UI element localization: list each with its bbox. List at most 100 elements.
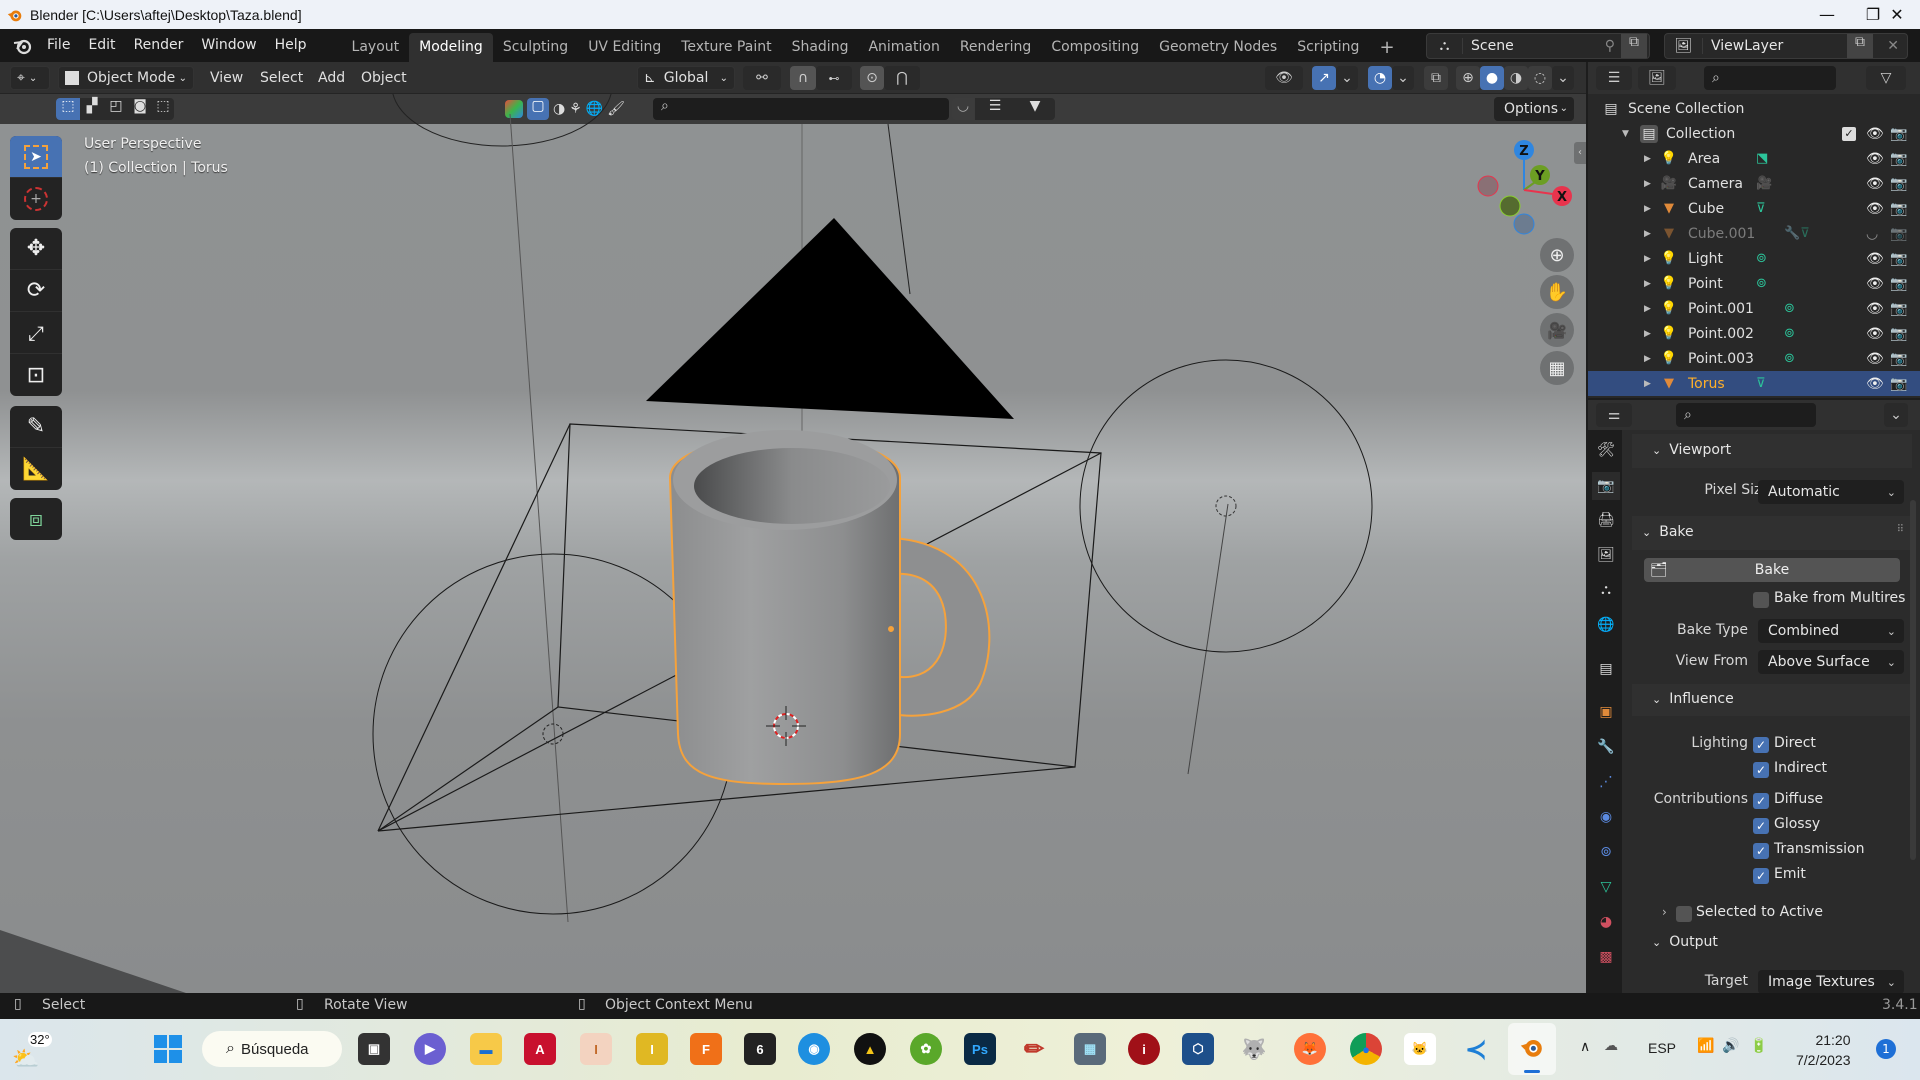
pan-view-button[interactable]: ✋ <box>1540 275 1574 309</box>
show-hidden-icons[interactable]: ∧ <box>1580 1039 1590 1055</box>
calculator-app[interactable]: ▦ <box>1074 1033 1106 1065</box>
expand-arrow-icon[interactable]: › <box>1662 905 1667 919</box>
wifi-icon[interactable]: 📶 <box>1697 1038 1714 1054</box>
rhino-app[interactable]: 6 <box>744 1033 776 1065</box>
outliner-collection[interactable]: ▼ ▤ Collection ✓ 👁 📷 <box>1588 121 1920 146</box>
display-mode-button[interactable]: 🖼 <box>1638 66 1676 90</box>
render-camera-icon[interactable]: 📷 <box>1890 276 1907 292</box>
tool-select-box[interactable]: ➤ <box>10 136 62 178</box>
menu-render[interactable]: Render <box>125 29 193 62</box>
pin-icon[interactable]: ⚲ <box>1605 38 1615 54</box>
eye-icon[interactable]: 👁 <box>1866 176 1884 192</box>
expand-arrow-icon[interactable]: ▶ <box>1644 229 1651 239</box>
render-camera-icon[interactable]: 📷 <box>1890 151 1907 167</box>
mesh-data-icon[interactable]: ⊽ <box>1756 376 1766 391</box>
tab-collection[interactable]: ▤ <box>1592 655 1620 683</box>
properties-editor-type[interactable]: ⚌ <box>1596 403 1632 427</box>
point-light-icon[interactable]: ⊚ <box>1756 276 1767 291</box>
tab-material[interactable]: ◕ <box>1592 908 1620 936</box>
exclude-checkbox[interactable]: ✓ <box>1842 126 1856 141</box>
sketchup-app[interactable]: ✿ <box>910 1033 942 1065</box>
teams-app[interactable]: ▶ <box>414 1033 446 1065</box>
outliner-item-point-003[interactable]: ▶ 💡 Point.003 ⊚ 👁 📷 <box>1588 346 1920 371</box>
outliner-item-cube-001[interactable]: ▶ ▼ Cube.001 🔧⊽ ◡ 📷 <box>1588 221 1920 246</box>
drag-handle-icon[interactable]: ⠿ <box>1897 524 1904 535</box>
emit-checkbox[interactable]: ✓ <box>1753 868 1769 884</box>
expand-arrow-icon[interactable]: ▶ <box>1644 379 1651 389</box>
navigation-gizmo[interactable]: Z Y X <box>1462 136 1582 246</box>
eye-icon[interactable]: 👁 <box>1866 201 1884 217</box>
language-indicator[interactable]: ESP <box>1648 1040 1676 1056</box>
pivot-point-button[interactable]: ⚯ <box>743 66 781 90</box>
eye-icon[interactable]: 👁 <box>1866 126 1884 142</box>
tab-world[interactable]: 🌐 <box>1592 611 1620 639</box>
proportional-edit-toggle[interactable]: ⊙ <box>860 66 884 90</box>
influence-section-header[interactable]: ⌄ Influence <box>1632 684 1912 716</box>
fusion360-app[interactable]: F <box>690 1033 722 1065</box>
tab-compositing[interactable]: Compositing <box>1041 33 1149 62</box>
shading-material[interactable]: ◑ <box>1504 66 1528 90</box>
tool-transform[interactable]: ⊡ <box>10 354 62 396</box>
render-camera-icon[interactable]: 📷 <box>1890 326 1907 342</box>
chrome-app[interactable]: ● <box>1350 1033 1382 1065</box>
pencil-app[interactable]: ✏ <box>1018 1033 1050 1065</box>
tool-move[interactable]: ✥ <box>10 228 62 270</box>
firefox-app[interactable]: 🦊 <box>1294 1033 1326 1065</box>
editor-type-button[interactable]: ⌖ ⌄ <box>10 66 50 90</box>
battery-icon[interactable]: 🔋 <box>1750 1038 1767 1054</box>
adobe-app[interactable]: i <box>1128 1033 1160 1065</box>
outliner-item-point-002[interactable]: ▶ 💡 Point.002 ⊚ 👁 📷 <box>1588 321 1920 346</box>
tool-rotate[interactable]: ⟳ <box>10 270 62 312</box>
outliner-item-name[interactable]: Point.001 <box>1688 301 1754 317</box>
indirect-checkbox[interactable]: ✓ <box>1753 762 1769 778</box>
direct-checkbox[interactable]: ✓ <box>1753 737 1769 753</box>
tool-measure[interactable]: 📐 <box>10 448 62 490</box>
zoom-view-button[interactable]: ⊕ <box>1540 238 1574 272</box>
render-camera-icon[interactable]: 📷 <box>1890 201 1907 217</box>
eye-icon[interactable]: 👁 <box>1866 376 1884 392</box>
tab-output[interactable]: 🖨 <box>1592 506 1620 534</box>
tool-cursor[interactable]: + <box>10 178 62 220</box>
tab-particles[interactable]: ⋰ <box>1592 768 1620 796</box>
scene-selector[interactable]: ⛬ Scene ⚲ ⧉ <box>1426 33 1650 59</box>
expand-arrow-icon[interactable]: ▶ <box>1644 304 1651 314</box>
ortho-toggle-button[interactable]: ▦ <box>1540 351 1574 385</box>
tab-object[interactable]: ▣ <box>1592 698 1620 726</box>
shading-wireframe[interactable]: ⊕ <box>1456 66 1480 90</box>
shading-rendered[interactable]: ◌ <box>1528 66 1552 90</box>
outliner-item-light[interactable]: ▶ 💡 Light ⊚ 👁 📷 <box>1588 246 1920 271</box>
outliner-item-area[interactable]: ▶ 💡 Area ⬔ 👁 📷 <box>1588 146 1920 171</box>
bake-type-dropdown[interactable]: Combined ⌄ <box>1758 619 1904 643</box>
point-light-icon[interactable]: ⊚ <box>1756 251 1767 266</box>
view-from-dropdown[interactable]: Above Surface ⌄ <box>1758 650 1904 674</box>
blender-app-active[interactable] <box>1508 1023 1556 1075</box>
menu-file[interactable]: File <box>38 29 79 62</box>
tab-uv-editing[interactable]: UV Editing <box>578 33 671 62</box>
tab-geometry-nodes[interactable]: Geometry Nodes <box>1149 33 1287 62</box>
camera-data-icon[interactable]: 🎥 <box>1756 176 1772 191</box>
tool-annotate[interactable]: ✎ <box>10 406 62 448</box>
render-camera-icon[interactable]: 📷 <box>1890 351 1907 367</box>
point-light-icon[interactable]: ⊚ <box>1784 326 1795 341</box>
bake-button[interactable]: 🗂 Bake <box>1644 558 1900 582</box>
tab-rendering[interactable]: Rendering <box>950 33 1042 62</box>
tab-texture[interactable]: ▩ <box>1592 943 1620 971</box>
tab-constraints[interactable]: ⊚ <box>1592 838 1620 866</box>
3d-viewport[interactable]: ⬚ ▞ ◰ ◙ ⬚ ▢ ◑ ⚘ 🌐 🖌 ⌕ ◡ ☰ ▼ Options ⌄ Us… <box>0 94 1586 993</box>
clock[interactable]: 21:20 7/2/2023 <box>1796 1030 1851 1070</box>
virtualbox-app[interactable]: ⬡ <box>1182 1033 1214 1065</box>
photoshop-app[interactable]: Ps <box>964 1033 996 1065</box>
selected-to-active-checkbox[interactable] <box>1676 906 1692 922</box>
eye-icon[interactable]: 👁 <box>1866 351 1884 367</box>
gizmo-toggle[interactable]: ↗ <box>1312 66 1336 90</box>
visibility-button[interactable]: 👁 <box>1265 66 1303 90</box>
menu-add[interactable]: Add <box>318 66 345 90</box>
inkscape-app[interactable]: 🐱 <box>1404 1033 1436 1065</box>
snap-target-button[interactable]: ⊷ <box>816 66 852 90</box>
transmission-checkbox[interactable]: ✓ <box>1753 843 1769 859</box>
outliner-item-point[interactable]: ▶ 💡 Point ⊚ 👁 📷 <box>1588 271 1920 296</box>
render-camera-icon[interactable]: 📷 <box>1890 126 1907 142</box>
modifier-mesh-icon[interactable]: 🔧⊽ <box>1784 226 1810 241</box>
outliner-item-name[interactable]: Cube.001 <box>1688 226 1755 242</box>
outliner-editor-type[interactable]: ☰ <box>1596 66 1632 90</box>
